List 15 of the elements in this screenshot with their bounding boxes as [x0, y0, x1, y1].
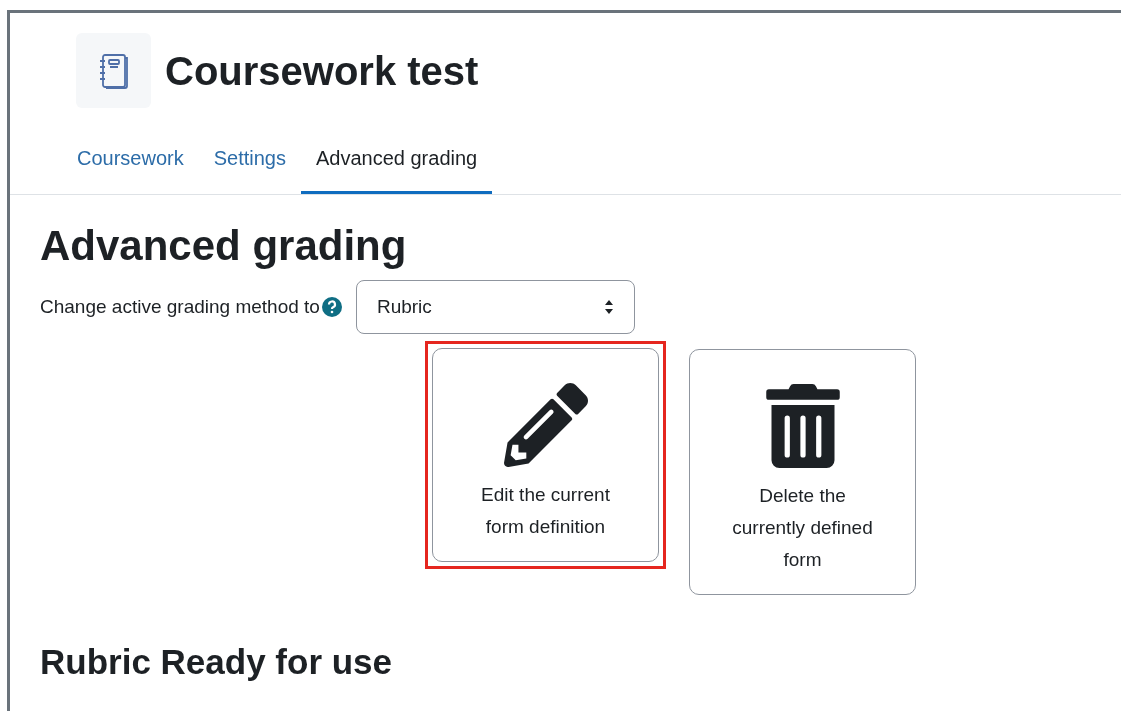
method-label: Change active grading method to	[40, 294, 320, 319]
page-title: Coursework test	[165, 50, 479, 91]
tab[interactable]: Coursework	[62, 130, 199, 194]
help-icon	[321, 297, 342, 317]
section-heading: Advanced grading	[40, 225, 408, 267]
tab[interactable]: Advanced grading	[300, 130, 493, 194]
caret-icon	[603, 299, 614, 315]
action-card[interactable]: Delete the currently defined form	[689, 349, 916, 595]
action-card[interactable]: Edit the current form definition	[432, 348, 659, 562]
grading-method-select[interactable]: Rubric	[355, 280, 635, 334]
tab[interactable]: Settings	[198, 130, 301, 194]
pencil-icon	[503, 383, 588, 467]
trash-icon	[764, 384, 841, 468]
status-heading: Rubric Ready for use	[40, 644, 394, 679]
notebook-icon	[76, 33, 151, 108]
